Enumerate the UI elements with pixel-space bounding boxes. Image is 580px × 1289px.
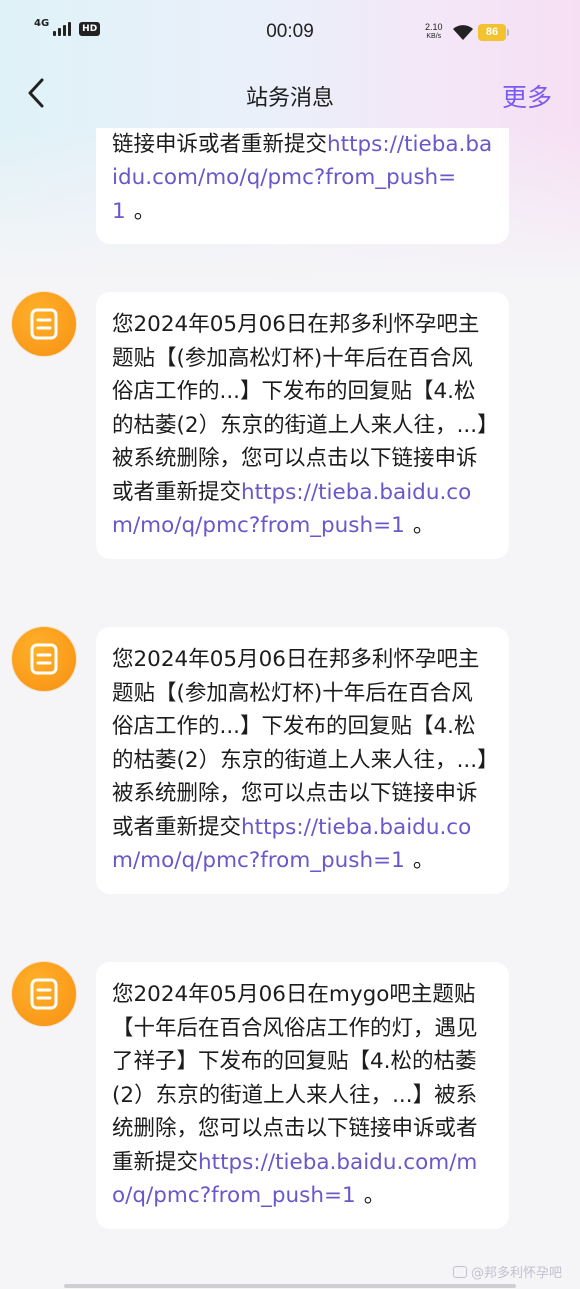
message-end: 。: [412, 513, 435, 538]
message-bubble: 您2024年05月06日在邦多利怀孕吧主题贴【(参加高松灯杯)十年后在百合风俗店…: [96, 627, 509, 894]
screen: 4G HD 00:09 2.10 KB/s 86 站务消息 更多 往: [0, 0, 580, 1289]
notice-icon: [30, 308, 58, 340]
message-text: 您2024年05月06日在邦多利怀孕吧主题贴【(参加高松灯杯)十年后在百合风俗店…: [112, 312, 488, 505]
watermark-icon: [452, 1265, 467, 1278]
status-bar: 4G HD 00:09 2.10 KB/s 86: [0, 0, 580, 64]
message-list: 往，...】被系统删除，您可以点击以下链接申诉或者重新提交https://tie…: [0, 128, 580, 1289]
battery-level: 86: [478, 24, 506, 41]
more-button[interactable]: 更多: [502, 78, 552, 114]
message-bubble: 您2024年05月06日在邦多利怀孕吧主题贴【(参加高松灯杯)十年后在百合风俗店…: [96, 292, 509, 559]
notice-icon: [30, 643, 58, 675]
notice-avatar[interactable]: [12, 292, 76, 356]
message-end: 。: [133, 198, 156, 224]
battery-icon: 86: [478, 24, 509, 41]
home-indicator[interactable]: [64, 1284, 516, 1288]
message-bubble: 您2024年05月06日在mygo吧主题贴【十年后在百合风俗店工作的灯，遇见了祥…: [96, 962, 509, 1229]
speed-value: 2.10: [425, 22, 443, 32]
network-speed: 2.10 KB/s: [425, 23, 443, 41]
message-end: 。: [363, 1183, 386, 1208]
speed-unit: KB/s: [426, 33, 442, 40]
wifi-icon: [453, 25, 473, 40]
message-bubble: 往，...】被系统删除，您可以点击以下链接申诉或者重新提交https://tie…: [96, 128, 509, 244]
watermark: @邦多利怀孕吧: [452, 1262, 562, 1281]
notice-avatar[interactable]: [12, 627, 76, 691]
watermark-text: @邦多利怀孕吧: [470, 1266, 562, 1281]
page-title: 站务消息: [245, 86, 334, 111]
message-text: 您2024年05月06日在mygo吧主题贴【十年后在百合风俗店工作的灯，遇见了祥…: [112, 982, 478, 1175]
message-text: 您2024年05月06日在邦多利怀孕吧主题贴【(参加高松灯杯)十年后在百合风俗店…: [112, 647, 488, 840]
notice-icon: [30, 978, 58, 1010]
message-end: 。: [412, 848, 435, 873]
notice-avatar[interactable]: [12, 962, 76, 1026]
nav-bar: 站务消息 更多: [0, 64, 580, 128]
